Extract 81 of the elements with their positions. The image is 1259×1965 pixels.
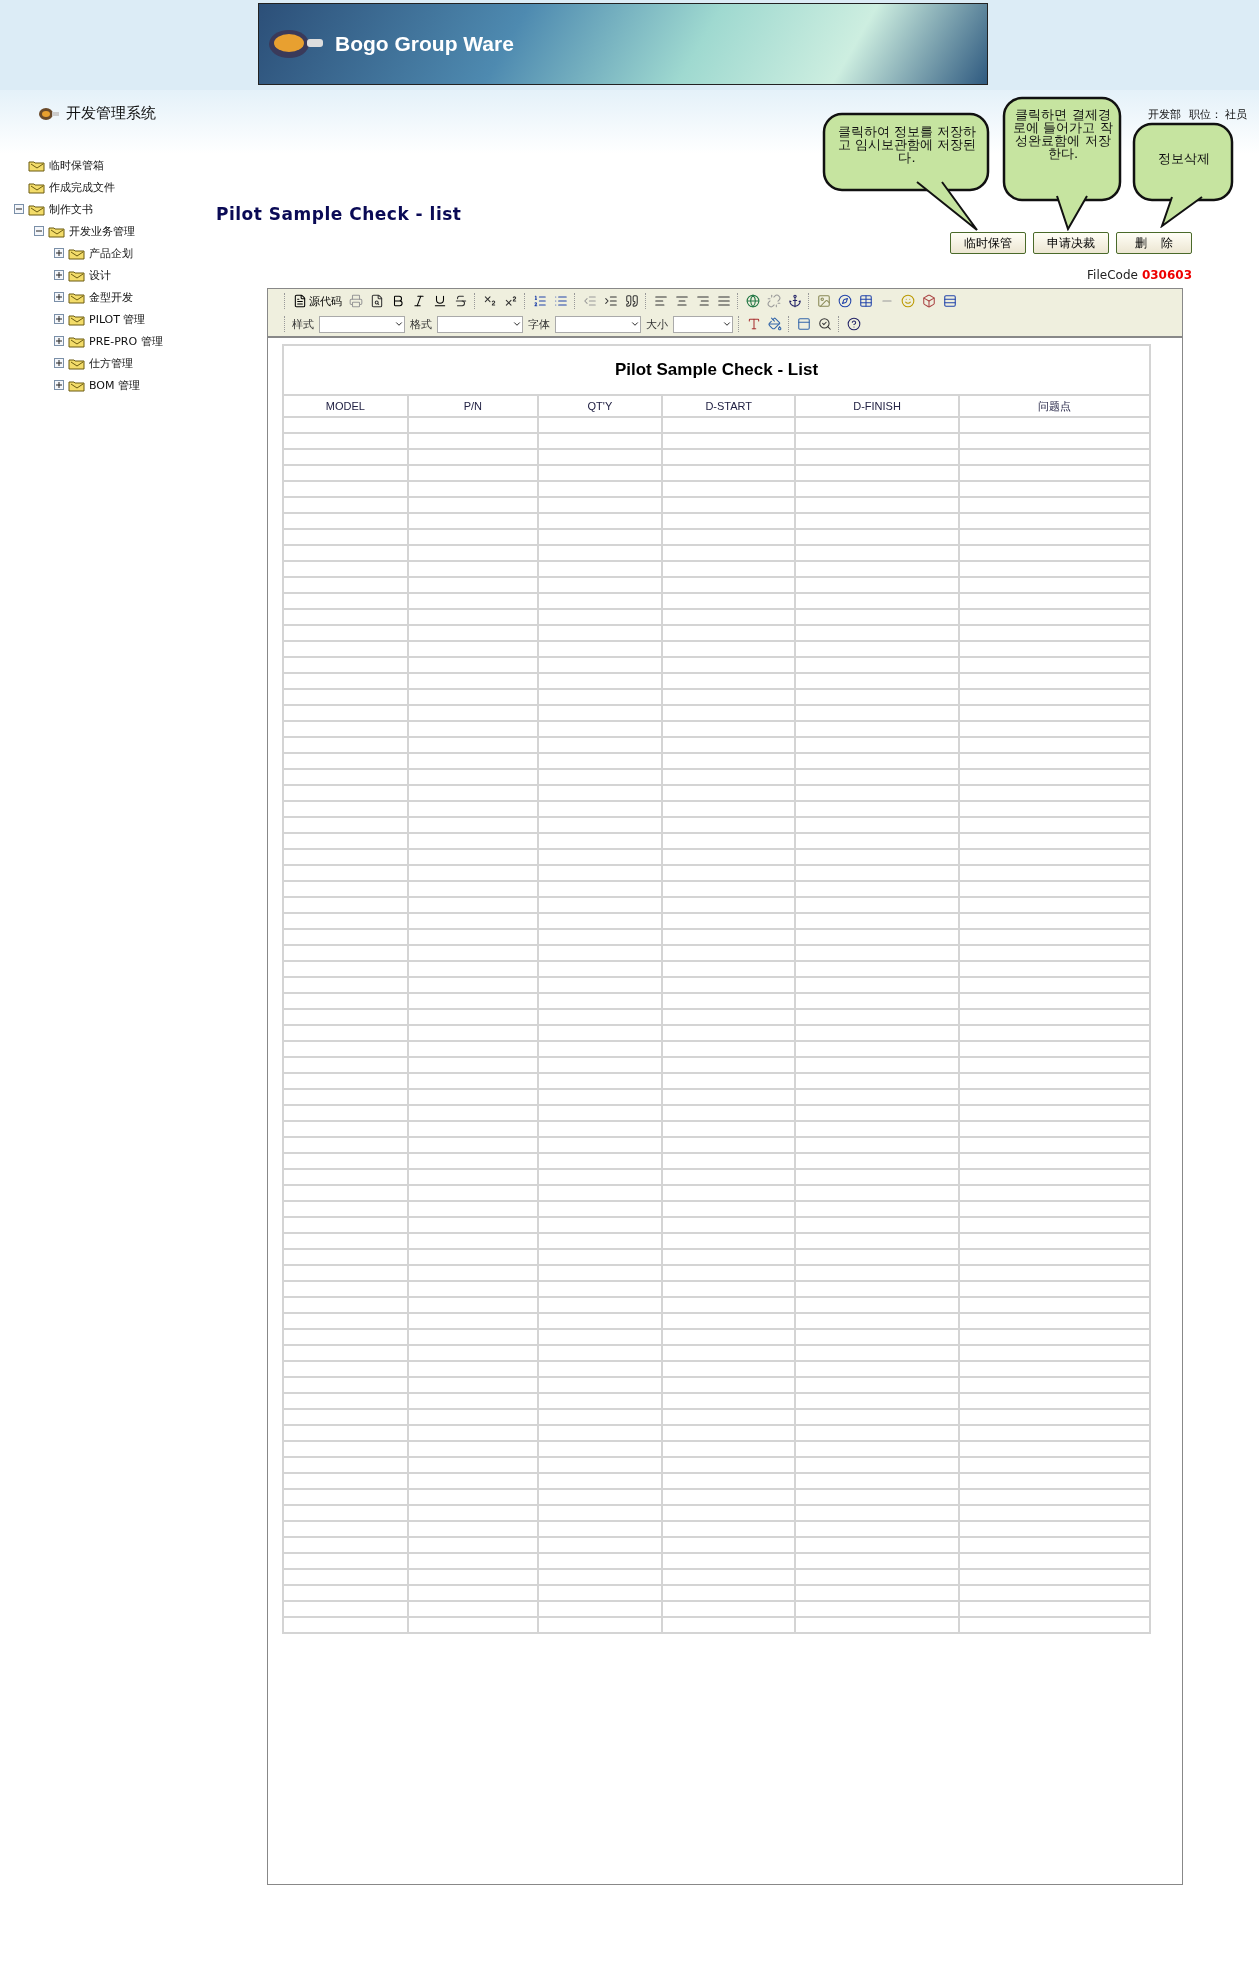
align-right-icon[interactable] [695, 294, 711, 308]
tree-item[interactable]: BOM 管理 [89, 377, 140, 393]
dropdown-icon [630, 319, 640, 329]
tree-item[interactable]: 制作文书 [49, 201, 93, 217]
printer-icon[interactable] [348, 294, 364, 308]
tree-item[interactable]: PRE-PRO 管理 [89, 333, 163, 349]
banner-title: Bogo Group Ware [335, 32, 514, 56]
select-field[interactable] [673, 315, 733, 333]
superscript-icon[interactable] [503, 294, 519, 308]
subscript-icon[interactable] [482, 294, 498, 308]
select-label: 样式 [292, 316, 314, 332]
zoom-icon[interactable] [817, 317, 833, 331]
tree-item[interactable]: 临时保管箱 [49, 157, 104, 173]
italic-icon[interactable] [411, 294, 427, 308]
expand-toggle[interactable] [54, 314, 64, 324]
column-header: 问题点 [958, 395, 1150, 417]
tree-item[interactable]: 设计 [89, 267, 111, 283]
expand-toggle[interactable] [54, 270, 64, 280]
column-header: P/N [407, 395, 538, 417]
tree-item[interactable]: 作成完成文件 [49, 179, 115, 195]
action-button[interactable]: 删 除 [1116, 232, 1192, 254]
underline-icon[interactable] [432, 294, 448, 308]
box-icon[interactable] [921, 294, 937, 308]
bullet-list-icon[interactable] [553, 294, 569, 308]
preview-icon[interactable] [369, 294, 385, 308]
tree-item[interactable]: 产品企划 [89, 245, 133, 261]
action-button[interactable]: 临时保管 [950, 232, 1026, 254]
column-header: QT'Y [537, 395, 663, 417]
indent-icon[interactable] [603, 294, 619, 308]
document-icon [293, 294, 307, 308]
image-icon[interactable] [816, 294, 832, 308]
dropdown-icon [394, 319, 404, 329]
select-field[interactable] [555, 315, 641, 333]
tree-item[interactable]: 金型开发 [89, 289, 133, 305]
compass-icon[interactable] [837, 294, 853, 308]
quote-icon[interactable] [624, 294, 640, 308]
collapse-toggle[interactable] [34, 226, 44, 236]
collapse-toggle[interactable] [14, 204, 24, 214]
rows-icon[interactable] [942, 294, 958, 308]
text-color-icon[interactable] [746, 317, 762, 331]
source-button[interactable]: 源代码 [292, 293, 343, 309]
align-center-icon[interactable] [674, 294, 690, 308]
select-label: 大小 [646, 316, 668, 332]
column-header: D-FINISH [795, 395, 959, 417]
select-field[interactable] [319, 315, 405, 333]
table-title: Pilot Sample Check - List [283, 345, 1150, 395]
select-label: 格式 [410, 316, 432, 332]
align-left-icon[interactable] [653, 294, 669, 308]
page-title: Pilot Sample Check - list [216, 204, 463, 224]
action-button[interactable]: 申请决裁 [1033, 232, 1109, 254]
expand-toggle[interactable] [54, 358, 64, 368]
window-icon[interactable] [796, 317, 812, 331]
table-icon[interactable] [858, 294, 874, 308]
dropdown-icon [512, 319, 522, 329]
user-info: 开发部 [1147, 107, 1181, 122]
callout-text: 클릭하여 정보를 저장하고 임시보관함에 저장된다. [836, 125, 978, 164]
column-header: D-START [662, 395, 796, 417]
globe-icon[interactable] [745, 294, 761, 308]
align-justify-icon[interactable] [716, 294, 732, 308]
fill-color-icon[interactable] [767, 317, 783, 331]
file-code-value: 030603 [1141, 268, 1192, 282]
expand-toggle[interactable] [54, 336, 64, 346]
anchor-icon[interactable] [787, 294, 803, 308]
expand-toggle[interactable] [54, 248, 64, 258]
strikethrough-icon[interactable] [453, 294, 469, 308]
expand-toggle[interactable] [54, 292, 64, 302]
select-label: 字体 [528, 316, 550, 332]
tree-item[interactable]: 开发业务管理 [69, 223, 135, 239]
file-code-label: FileCode [1087, 268, 1138, 282]
select-field[interactable] [437, 315, 523, 333]
callout-text: 클릭하면 결제경로에 들어가고 작성완료함에 저장한다. [1012, 108, 1114, 160]
help-icon[interactable] [846, 317, 862, 331]
numbered-list-icon[interactable] [532, 294, 548, 308]
user-info: 职位： 社员 [1188, 107, 1247, 122]
dropdown-icon [722, 319, 732, 329]
expand-toggle[interactable] [54, 380, 64, 390]
system-title: 开发管理系统 [66, 104, 156, 123]
column-header: MODEL [283, 395, 408, 417]
tree-item[interactable]: 仕方管理 [89, 355, 133, 371]
callout-text: 정보삭제 [1157, 152, 1211, 165]
tree-item[interactable]: PILOT 管理 [89, 311, 146, 327]
